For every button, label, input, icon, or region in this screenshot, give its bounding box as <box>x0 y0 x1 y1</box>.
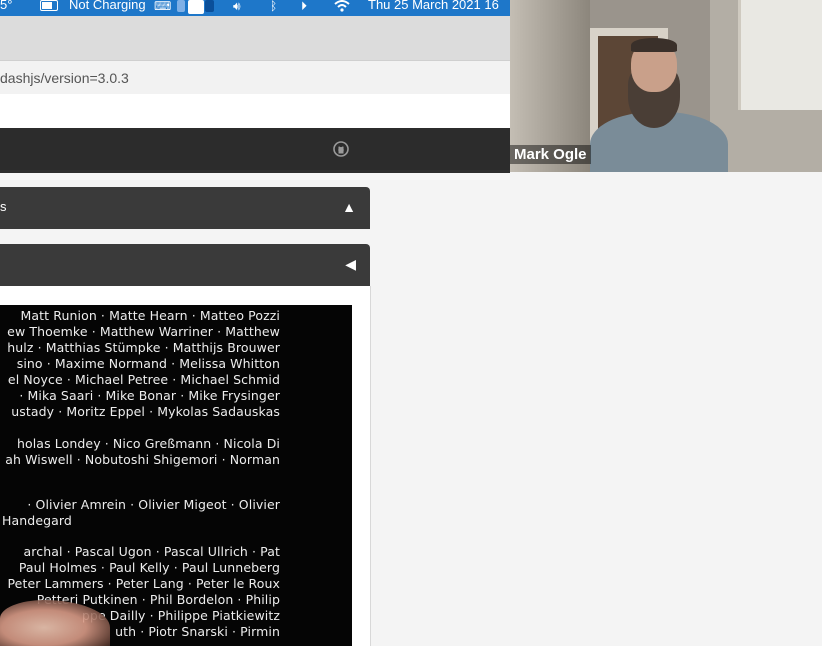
credit-line: Matt Runion · Matte Hearn · Matteo Pozzi <box>20 308 280 323</box>
bluetooth-icon[interactable]: ᛒ <box>270 0 277 13</box>
credit-line: holas Londey · Nico Greßmann · Nicola Di <box>16 436 280 451</box>
credit-line: uth · Piotr Snarski · Pirmin <box>115 624 280 639</box>
menubar-clock[interactable]: Thu 25 March 2021 16 <box>368 0 499 12</box>
battery-icon[interactable] <box>40 0 58 11</box>
wifi-icon[interactable] <box>334 0 350 15</box>
panel-header-collapsed[interactable]: s ▲ <box>0 187 370 229</box>
keyboard-icon[interactable]: ⌨ <box>154 0 171 13</box>
address-bar[interactable]: dashjs/version=3.0.3 <box>0 60 510 95</box>
credit-line: Paul Holmes · Paul Kelly · Paul Lunneber… <box>18 560 280 575</box>
credit-line: sino · Maxime Normand · Melissa Whitton <box>16 356 280 371</box>
browser-tab-strip[interactable] <box>0 16 510 60</box>
person-hair <box>631 38 677 52</box>
credit-line: ustady · Moritz Eppel · Mykolas Sadauska… <box>11 404 280 419</box>
site-navbar <box>0 128 510 173</box>
credit-line: archal · Pascal Ugon · Pascal Ullrich · … <box>23 544 280 559</box>
credit-line: Handegard <box>2 513 72 528</box>
menubar-temperature[interactable]: 5° <box>0 0 12 12</box>
credit-line: ppe Dailly · Philippe Piatkiewitz <box>81 608 280 623</box>
credit-line: · Mika Saari · Mike Bonar · Mike Frysing… <box>19 388 280 403</box>
battery-status[interactable]: Not Charging <box>69 0 146 12</box>
window-tile-icon[interactable] <box>177 0 185 12</box>
url-text[interactable]: dashjs/version=3.0.3 <box>0 70 129 86</box>
macos-menubar: 5° Not Charging ⌨ 🔊︎ ᛒ ⏵ Thu 25 March 20… <box>0 0 510 16</box>
screen-share-icon[interactable] <box>205 0 214 12</box>
credit-line: el Noyce · Michael Petree · Michael Schm… <box>7 372 280 387</box>
webcam-video[interactable]: Mark Ogle <box>510 0 822 172</box>
collapse-arrow-left-icon[interactable]: ◀ <box>345 256 356 272</box>
credit-line: hulz · Matthias Stümpke · Matthijs Brouw… <box>7 340 280 355</box>
display-icon[interactable] <box>188 0 204 14</box>
media-play-icon[interactable]: ⏵ <box>301 0 307 13</box>
credit-line: Peter Lammers · Peter Lang · Peter le Ro… <box>7 576 280 591</box>
panel-header-video[interactable]: ◀ <box>0 244 370 286</box>
window <box>738 0 822 110</box>
volume-icon[interactable]: 🔊︎ <box>233 0 241 13</box>
browser-toolbar-area <box>0 94 510 128</box>
participant-name-label: Mark Ogle <box>510 145 591 164</box>
panel-title: s <box>0 199 7 214</box>
github-icon[interactable] <box>333 141 349 157</box>
video-player[interactable]: Matt Runion · Matte Hearn · Matteo Pozzi… <box>0 305 352 646</box>
collapse-arrow-up-icon[interactable]: ▲ <box>342 199 356 215</box>
credit-line: ew Thoemke · Matthew Warriner · Matthew <box>7 324 280 339</box>
credit-line: · Olivier Amrein · Olivier Migeot · Oliv… <box>27 497 280 512</box>
credit-line: ah Wiswell · Nobutoshi Shigemori · Norma… <box>5 452 280 467</box>
